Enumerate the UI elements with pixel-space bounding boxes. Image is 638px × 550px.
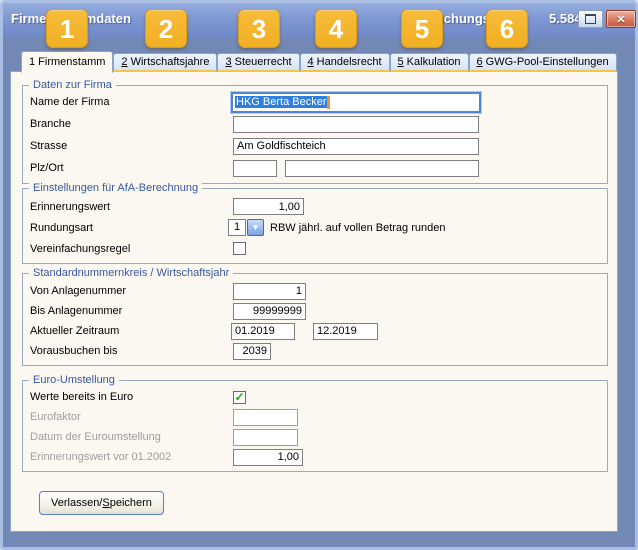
- group-daten-zur-firma: Daten zur Firma Name der Firma HKG Berta…: [22, 85, 608, 184]
- group-euro-umstellung: Euro-Umstellung Werte bereits in Euro ✓ …: [22, 380, 608, 472]
- erinnerungswert-input[interactable]: [233, 198, 304, 215]
- annotation-badge-3: 3: [238, 9, 280, 48]
- annotation-badge-1: 1: [46, 9, 88, 48]
- button-label-part: peichern: [110, 497, 152, 509]
- tab-page-firmenstamm: Daten zur Firma Name der Firma HKG Berta…: [10, 71, 618, 532]
- tab-strip: 1 Firmenstamm 2 Wirtschaftsjahre 3 Steue…: [21, 50, 617, 72]
- erinnerungswert-vor-2002-label: Erinnerungswert vor 01.2002: [30, 451, 233, 463]
- rundungsart-dropdown-button[interactable]: ▼: [247, 219, 264, 236]
- plz-ort-label: Plz/Ort: [30, 162, 233, 174]
- tab-wirtschaftsjahre[interactable]: 2 Wirtschaftsjahre: [113, 53, 217, 72]
- group-legend: Standardnummernkreis / Wirtschaftsjahr: [29, 266, 233, 280]
- plz-input[interactable]: [233, 160, 277, 177]
- werte-bereits-in-euro-label: Werte bereits in Euro: [30, 391, 233, 403]
- datum-euroumstellung-label: Datum der Euroumstellung: [30, 431, 233, 443]
- tab-label: Kalkulation: [404, 56, 461, 68]
- zeitraum-bis-input[interactable]: [313, 323, 378, 340]
- name-der-firma-label: Name der Firma: [30, 96, 233, 108]
- ort-input[interactable]: [285, 160, 479, 177]
- annotation-badge-2: 2: [145, 9, 187, 48]
- datum-euroumstellung-input: [233, 429, 298, 446]
- tab-gwg-pool-einstellungen[interactable]: 6 GWG-Pool-Einstellungen: [469, 53, 617, 72]
- tab-label: GWG-Pool-Einstellungen: [483, 56, 609, 68]
- app-window: Firmenstammdaten uchungs 5.584 ✕ 1 2 3 4…: [0, 0, 638, 550]
- branche-label: Branche: [30, 118, 233, 130]
- window-title-version: 5.584: [549, 11, 582, 26]
- group-afa-berechnung: Einstellungen für AfA-Berechnung Erinner…: [22, 188, 608, 264]
- group-legend: Daten zur Firma: [29, 78, 116, 92]
- branche-input[interactable]: [233, 116, 479, 133]
- von-anlagenummer-label: Von Anlagenummer: [30, 285, 233, 297]
- button-label-part: Verlassen/: [51, 497, 102, 509]
- werte-bereits-in-euro-checkbox[interactable]: ✓: [233, 391, 246, 404]
- restore-icon: [585, 14, 596, 24]
- vereinfachungsregel-checkbox[interactable]: [233, 242, 246, 255]
- restore-button[interactable]: [578, 10, 603, 28]
- tab-kalkulation[interactable]: 5 Kalkulation: [390, 53, 469, 72]
- tab-steuerrecht[interactable]: 3 Steuerrecht: [217, 53, 299, 72]
- tab-label: Wirtschaftsjahre: [128, 56, 210, 68]
- annotation-badge-5: 5: [401, 9, 443, 48]
- name-der-firma-input[interactable]: HKG Berta Becker: [231, 92, 481, 113]
- eurofaktor-input: [233, 409, 298, 426]
- eurofaktor-label: Eurofaktor: [30, 411, 233, 423]
- group-legend: Einstellungen für AfA-Berechnung: [29, 181, 202, 195]
- rundungsart-value[interactable]: 1: [228, 219, 246, 236]
- group-legend: Euro-Umstellung: [29, 373, 119, 387]
- bis-anlagenummer-label: Bis Anlagenummer: [30, 305, 233, 317]
- annotation-badge-6: 6: [486, 9, 528, 48]
- erinnerungswert-label: Erinnerungswert: [30, 201, 233, 213]
- von-anlagenummer-input[interactable]: [233, 283, 306, 300]
- verlassen-speichern-button[interactable]: Verlassen/Speichern: [39, 491, 164, 515]
- aktueller-zeitraum-label: Aktueller Zeitraum: [30, 325, 233, 337]
- bis-anlagenummer-input[interactable]: [233, 303, 306, 320]
- rundungsart-combobox[interactable]: 1 ▼: [228, 219, 264, 236]
- button-accel-char: S: [102, 497, 109, 509]
- strasse-label: Strasse: [30, 140, 233, 152]
- vereinfachungsregel-label: Vereinfachungsregel: [30, 243, 233, 255]
- tab-handelsrecht[interactable]: 4 Handelsrecht: [300, 53, 390, 72]
- strasse-input[interactable]: [233, 138, 479, 155]
- rundungsart-description: RBW jährl. auf vollen Betrag runden: [270, 222, 445, 234]
- tab-firmenstamm[interactable]: 1 Firmenstamm: [21, 51, 113, 73]
- erinnerungswert-vor-2002-input[interactable]: [233, 449, 303, 466]
- rundungsart-label: Rundungsart: [30, 222, 233, 234]
- close-button[interactable]: ✕: [606, 10, 636, 28]
- close-icon: ✕: [616, 13, 625, 26]
- selected-text: HKG Berta Becker: [235, 96, 327, 108]
- tab-label: Firmenstamm: [35, 56, 105, 68]
- chevron-down-icon: ▼: [252, 223, 260, 232]
- tab-label: Handelsrecht: [314, 56, 382, 68]
- tab-label: Steuerrecht: [232, 56, 292, 68]
- annotation-badge-4: 4: [315, 9, 357, 48]
- zeitraum-von-input[interactable]: [231, 323, 295, 340]
- text-caret: [327, 96, 330, 109]
- vorausbuchen-bis-label: Vorausbuchen bis: [30, 345, 233, 357]
- vorausbuchen-bis-input[interactable]: [233, 343, 271, 360]
- group-standardnummernkreis: Standardnummernkreis / Wirtschaftsjahr V…: [22, 273, 608, 366]
